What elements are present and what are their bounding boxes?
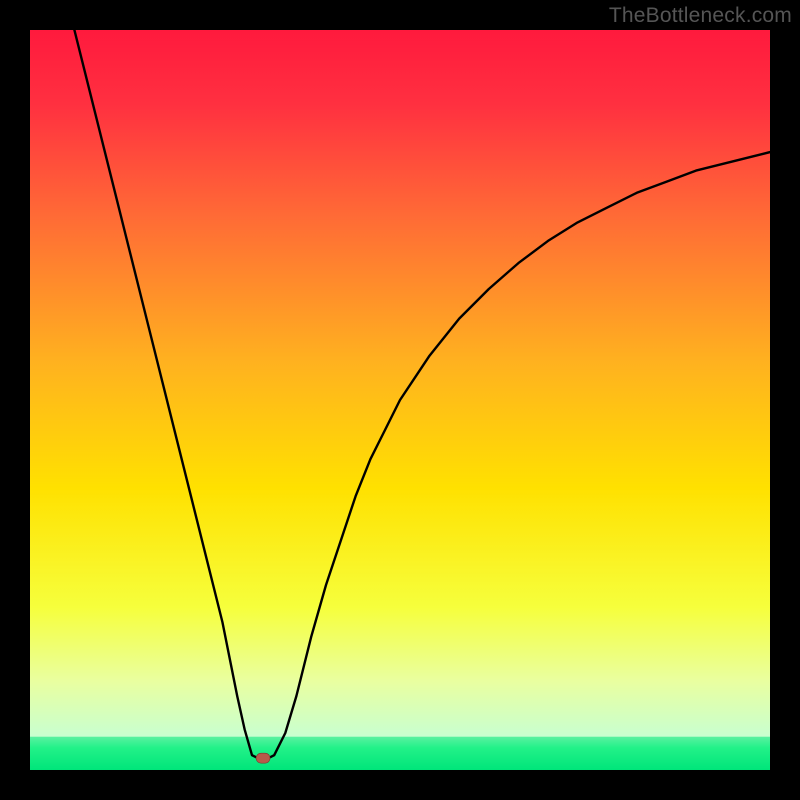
green-band [30,737,770,770]
plot-area [30,30,770,770]
chart-frame: TheBottleneck.com [0,0,800,800]
optimal-marker [256,753,270,763]
watermark-label: TheBottleneck.com [609,4,792,28]
chart-svg [30,30,770,770]
